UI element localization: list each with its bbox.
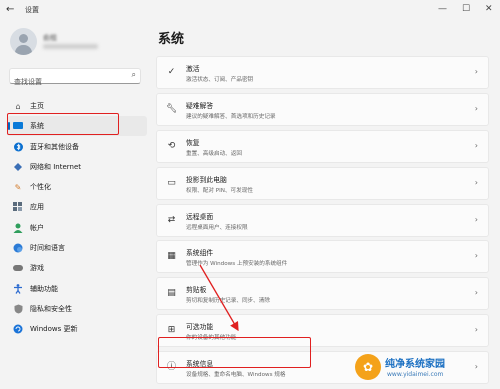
watermark: ✿ 纯净系统家园 www.yidaimei.com bbox=[355, 352, 495, 386]
annotation-arrow bbox=[199, 264, 239, 332]
watermark-logo-icon: ✿ bbox=[355, 354, 381, 380]
watermark-url: www.yidaimei.com bbox=[387, 371, 444, 378]
watermark-text: 纯净系统家园 bbox=[385, 359, 445, 370]
